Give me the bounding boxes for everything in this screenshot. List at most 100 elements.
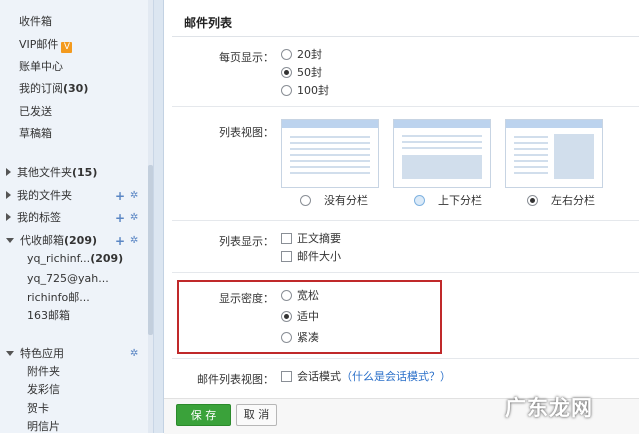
add-folder-icon[interactable]: + xyxy=(115,189,125,203)
list-view-option-topbottom[interactable]: 上下分栏 xyxy=(414,193,482,209)
divider xyxy=(172,106,639,107)
sidebar-folder-tags[interactable]: 我的标签 xyxy=(6,209,61,227)
list-view-option-none[interactable]: 没有分栏 xyxy=(300,193,368,209)
sidebar-item-drafts[interactable]: 草稿箱 xyxy=(19,125,52,143)
radio-icon[interactable] xyxy=(281,85,292,96)
sidebar-item-bills[interactable]: 账单中心 xyxy=(19,58,63,76)
radio-selected-icon[interactable] xyxy=(281,67,292,78)
add-tag-icon[interactable]: + xyxy=(115,211,125,225)
option-label: 50封 xyxy=(297,66,322,79)
per-page-label: 每页显示： xyxy=(219,51,274,64)
sidebar-account-3[interactable]: richinfo邮... xyxy=(27,289,90,307)
sidebar-folder-mine[interactable]: 我的文件夹 xyxy=(6,187,72,205)
preview-line xyxy=(290,166,370,168)
conversation-mode-option[interactable]: 会话模式（什么是会话模式？） xyxy=(281,369,451,385)
preview-header xyxy=(282,120,378,128)
preview-line xyxy=(514,172,548,174)
sidebar-folder-features[interactable]: 特色应用 xyxy=(6,345,64,363)
layout-preview-topbottom[interactable] xyxy=(393,119,491,188)
sidebar-feature-cards[interactable]: 贺卡 xyxy=(27,400,49,418)
preview-line xyxy=(514,136,548,138)
sidebar-item-label: 贺卡 xyxy=(27,402,49,415)
sidebar-account-2[interactable]: yq_725@yah... xyxy=(27,270,109,288)
panel-splitter[interactable] xyxy=(154,0,164,433)
chevron-right-icon xyxy=(6,191,11,199)
option-label: 没有分栏 xyxy=(324,194,368,207)
preview-line xyxy=(514,166,548,168)
sidebar-feature-mms[interactable]: 发彩信 xyxy=(27,381,60,399)
list-view-option-leftright[interactable]: 左右分栏 xyxy=(527,193,595,209)
sidebar-folder-other[interactable]: 其他文件夹(15) xyxy=(6,164,97,182)
layout-preview-none[interactable] xyxy=(281,119,379,188)
option-label: 100封 xyxy=(297,84,329,97)
sidebar-item-vip[interactable]: VIP邮件 V xyxy=(19,36,73,54)
layout-preview-leftright[interactable] xyxy=(505,119,603,188)
preview-header xyxy=(394,120,490,128)
watermark: 广东龙网 xyxy=(505,395,593,420)
gear-icon[interactable]: ✲ xyxy=(130,189,140,203)
sidebar-item-label: 其他文件夹 xyxy=(17,166,72,179)
unread-count: (209) xyxy=(90,252,124,265)
checkbox-icon[interactable] xyxy=(281,371,292,382)
sidebar-scrollbar-thumb[interactable] xyxy=(148,165,153,335)
radio-icon[interactable] xyxy=(414,195,425,206)
radio-selected-icon[interactable] xyxy=(527,195,538,206)
sidebar-item-label: 收件箱 xyxy=(19,15,52,28)
per-page-option-100[interactable]: 100封 xyxy=(281,83,329,99)
preview-header xyxy=(506,120,602,128)
sidebar-item-inbox[interactable]: 收件箱 xyxy=(19,13,52,31)
sidebar-item-label: 发彩信 xyxy=(27,383,60,396)
sidebar-feature-postcards[interactable]: 明信片 xyxy=(27,418,60,436)
option-label: 左右分栏 xyxy=(551,194,595,207)
radio-icon[interactable] xyxy=(300,195,311,206)
unread-count: (209) xyxy=(64,234,98,247)
sidebar-feature-attachments[interactable]: 附件夹 xyxy=(27,363,60,381)
sidebar-item-label: 163邮箱 xyxy=(27,309,70,322)
per-page-option-20[interactable]: 20封 xyxy=(281,47,322,63)
preview-line xyxy=(514,142,548,144)
option-label: 邮件大小 xyxy=(297,250,341,263)
radio-icon[interactable] xyxy=(281,49,292,60)
sidebar-folder-pop[interactable]: 代收邮箱(209) xyxy=(6,232,97,250)
conversation-mode-help-link[interactable]: （什么是会话模式？） xyxy=(341,370,451,383)
preview-pane xyxy=(554,134,594,179)
sidebar-account-1[interactable]: yq_richinf...(209) xyxy=(27,250,123,268)
preview-line xyxy=(514,154,548,156)
divider xyxy=(172,220,639,221)
sidebar-item-label: richinfo邮... xyxy=(27,291,90,304)
sidebar-item-label: 我的文件夹 xyxy=(17,189,72,202)
preview-line xyxy=(402,135,482,137)
add-account-icon[interactable]: + xyxy=(115,234,125,248)
list-display-summary[interactable]: 正文摘要 xyxy=(281,231,341,247)
chevron-right-icon xyxy=(6,213,11,221)
sidebar-item-sent[interactable]: 已发送 xyxy=(19,103,52,121)
cancel-button[interactable]: 取 消 xyxy=(236,404,277,426)
gear-icon[interactable]: ✲ xyxy=(130,347,140,361)
save-button[interactable]: 保 存 xyxy=(176,404,231,426)
mail-list-view-label: 邮件列表视图： xyxy=(197,373,274,386)
sidebar-item-label: VIP邮件 xyxy=(19,38,59,51)
sidebar-account-4[interactable]: 163邮箱 xyxy=(27,307,70,325)
sidebar-item-label: 账单中心 xyxy=(19,60,63,73)
checkbox-icon[interactable] xyxy=(281,251,292,262)
preview-line xyxy=(290,148,370,150)
gear-icon[interactable]: ✲ xyxy=(130,234,140,248)
preview-line xyxy=(402,147,482,149)
preview-line xyxy=(514,148,548,150)
option-label: 20封 xyxy=(297,48,322,61)
per-page-option-50[interactable]: 50封 xyxy=(281,65,322,81)
preview-line xyxy=(290,160,370,162)
chevron-down-icon xyxy=(6,238,14,243)
sidebar-item-subscriptions[interactable]: 我的订阅(30) xyxy=(19,80,88,98)
list-view-label: 列表视图： xyxy=(219,126,274,139)
checkbox-icon[interactable] xyxy=(281,233,292,244)
sidebar-item-label: 已发送 xyxy=(19,105,52,118)
divider xyxy=(172,358,639,359)
page-title: 邮件列表 xyxy=(184,16,233,30)
sidebar-item-label: 特色应用 xyxy=(20,347,64,360)
gear-icon[interactable]: ✲ xyxy=(130,211,140,225)
preview-line xyxy=(290,136,370,138)
unread-count: (15) xyxy=(72,166,98,179)
preview-line xyxy=(514,160,548,162)
list-display-size[interactable]: 邮件大小 xyxy=(281,249,341,265)
